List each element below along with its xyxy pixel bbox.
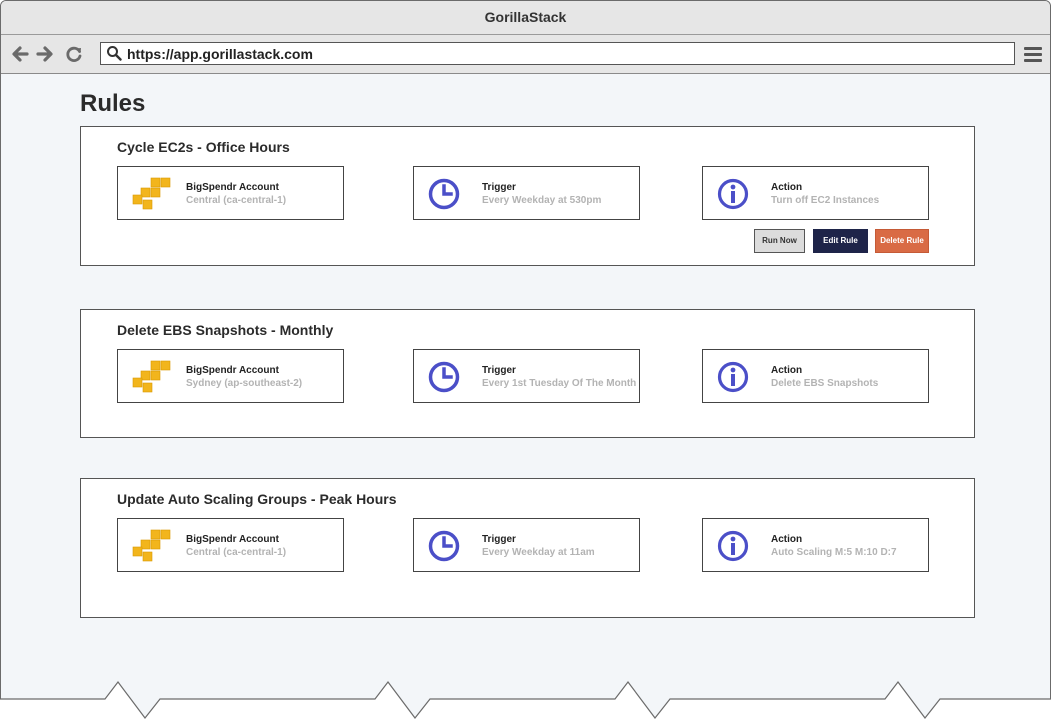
page-title: Rules: [80, 90, 146, 117]
search-icon: [107, 46, 122, 61]
action-label: Action: [771, 182, 803, 193]
clock-icon: [428, 530, 460, 562]
page-content: Rules Cycle EC2s - Office Hours BigSpend…: [1, 74, 1050, 718]
torn-edge-divider: [0, 681, 1051, 719]
trigger-schedule: Every 1st Tuesday Of The Month: [482, 378, 637, 389]
trigger-schedule: Every Weekday at 11am: [482, 547, 595, 558]
action-label: Action: [771, 365, 803, 376]
url-text: https://app.gorillastack.com: [127, 46, 313, 62]
account-card: BigSpendr Account Central (ca-central-1): [117, 518, 344, 572]
account-card: BigSpendr Account Sydney (ap-southeast-2…: [117, 349, 344, 403]
browser-window: GorillaStack https://app.gorillastack.co…: [0, 0, 1051, 719]
address-bar[interactable]: https://app.gorillastack.com: [100, 42, 1015, 65]
account-region: Sydney (ap-southeast-2): [186, 378, 303, 389]
action-description: Delete EBS Snapshots: [771, 378, 879, 389]
rule-title: Cycle EC2s - Office Hours: [117, 139, 290, 155]
action-card: Action Delete EBS Snapshots: [702, 349, 929, 403]
aws-cubes-icon: [132, 529, 171, 562]
run-now-button[interactable]: Run Now: [754, 229, 805, 253]
account-label: BigSpendr Account: [186, 182, 279, 193]
action-description: Auto Scaling M:5 M:10 D:7: [771, 547, 897, 558]
window-title: GorillaStack: [1, 1, 1050, 35]
aws-cubes-icon: [132, 177, 171, 210]
forward-arrow-icon[interactable]: [35, 44, 55, 64]
info-icon: [717, 361, 749, 393]
rule-card: Cycle EC2s - Office Hours BigSpendr Acco…: [80, 126, 975, 266]
rule-card: Update Auto Scaling Groups - Peak Hours …: [80, 478, 975, 618]
info-icon: [717, 178, 749, 210]
rule-title: Update Auto Scaling Groups - Peak Hours: [117, 491, 397, 507]
aws-cubes-icon: [132, 360, 171, 393]
trigger-schedule: Every Weekday at 530pm: [482, 195, 602, 206]
account-region: Central (ca-central-1): [186, 195, 287, 206]
account-label: BigSpendr Account: [186, 534, 279, 545]
action-description: Turn off EC2 Instances: [771, 195, 880, 206]
action-card: Action Auto Scaling M:5 M:10 D:7: [702, 518, 929, 572]
edit-rule-button[interactable]: Edit Rule: [813, 229, 868, 253]
rule-title: Delete EBS Snapshots - Monthly: [117, 322, 334, 338]
account-card: BigSpendr Account Central (ca-central-1): [117, 166, 344, 220]
info-icon: [717, 530, 749, 562]
trigger-label: Trigger: [482, 365, 516, 376]
account-region: Central (ca-central-1): [186, 547, 287, 558]
action-label: Action: [771, 534, 803, 545]
action-card: Action Turn off EC2 Instances: [702, 166, 929, 220]
account-label: BigSpendr Account: [186, 365, 279, 376]
trigger-label: Trigger: [482, 182, 516, 193]
clock-icon: [428, 178, 460, 210]
reload-icon[interactable]: [64, 44, 84, 64]
clock-icon: [428, 361, 460, 393]
browser-toolbar: https://app.gorillastack.com: [1, 35, 1050, 74]
trigger-card: Trigger Every Weekday at 530pm: [413, 166, 640, 220]
trigger-label: Trigger: [482, 534, 516, 545]
trigger-card: Trigger Every Weekday at 11am: [413, 518, 640, 572]
hamburger-menu-icon[interactable]: [1023, 45, 1043, 63]
back-arrow-icon[interactable]: [10, 44, 30, 64]
rule-card: Delete EBS Snapshots - Monthly BigSpendr…: [80, 309, 975, 438]
trigger-card: Trigger Every 1st Tuesday Of The Month: [413, 349, 640, 403]
delete-rule-button[interactable]: Delete Rule: [875, 229, 929, 253]
